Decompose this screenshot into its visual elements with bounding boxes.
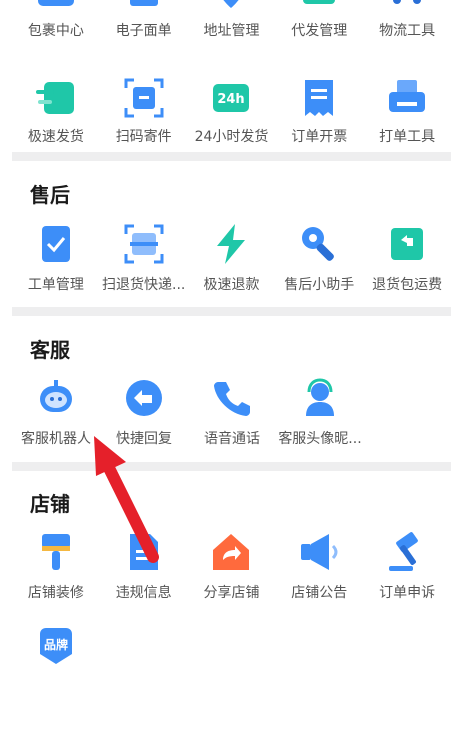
tool-service-robot[interactable]: 客服机器人 xyxy=(12,356,100,466)
tool-address-management[interactable]: 地址管理 xyxy=(188,0,276,58)
tool-24h-ship[interactable]: 24h 24小时发货 xyxy=(188,58,276,146)
tool-voice-call[interactable]: 语音通话 xyxy=(188,356,276,466)
tool-fast-refund[interactable]: 极速退款 xyxy=(188,202,276,312)
tool-label: 客服机器人 xyxy=(21,431,91,447)
tool-label: 扫退货快递... xyxy=(102,277,186,293)
tool-label: 订单开票 xyxy=(291,129,348,145)
reply-icon xyxy=(122,376,166,420)
tool-return-shipping[interactable]: 退货包运费 xyxy=(363,202,451,312)
svg-text:24h: 24h xyxy=(218,92,245,107)
tool-service-avatar-nickname[interactable]: 客服头像昵... xyxy=(276,356,364,466)
tool-order-invoice[interactable]: 订单开票 xyxy=(275,58,363,146)
tool-print-order[interactable]: 打单工具 xyxy=(363,58,451,146)
gavel-icon xyxy=(385,530,429,574)
tool-label: 极速发货 xyxy=(27,129,84,145)
invoice-icon xyxy=(297,76,341,120)
tool-store-decoration[interactable]: 店铺装修 xyxy=(12,510,100,620)
after-sales-grid: 工单管理 扫退货快递... 极速退款 售后小助手 退货包运费 xyxy=(12,202,451,312)
tool-label: 订单申诉 xyxy=(379,585,436,601)
tool-e-waybill[interactable]: 电子面单 xyxy=(100,0,188,58)
tool-fast-ship[interactable]: 极速发货 xyxy=(12,58,100,146)
tool-label: 店铺装修 xyxy=(27,585,84,601)
tool-label: 分享店铺 xyxy=(203,585,260,601)
section-divider xyxy=(12,307,451,316)
tool-package-center[interactable]: 包裹中心 xyxy=(12,0,100,58)
svg-text:品牌: 品牌 xyxy=(44,637,68,652)
tool-work-order[interactable]: 工单管理 xyxy=(12,202,100,312)
tool-order-appeal[interactable]: 订单申诉 xyxy=(363,510,451,620)
tool-label: 打单工具 xyxy=(379,129,436,145)
store-grid: 店铺装修 违规信息 分享店铺 店铺公告 订单申诉 品牌 xyxy=(12,510,451,730)
tool-label: 退货包运费 xyxy=(372,277,443,293)
tool-scan-send[interactable]: 扫码寄件 xyxy=(100,58,188,146)
tool-label: 地址管理 xyxy=(203,23,260,39)
tool-label: 扫码寄件 xyxy=(115,129,172,145)
printer-icon xyxy=(385,76,429,120)
work-order-icon xyxy=(34,222,78,266)
lightning-icon xyxy=(209,222,253,266)
tool-label: 店铺公告 xyxy=(291,585,348,601)
tool-label: 物流工具 xyxy=(379,23,436,39)
megaphone-icon xyxy=(297,530,341,574)
tool-logistics-tools[interactable]: 物流工具 xyxy=(363,0,451,58)
truck-24h-icon: 24h xyxy=(209,76,253,120)
share-store-icon xyxy=(209,530,253,574)
tool-label: 语音通话 xyxy=(204,431,260,447)
headset-avatar-icon xyxy=(298,376,342,420)
fast-ship-icon xyxy=(34,76,78,120)
section-divider xyxy=(12,462,451,471)
tool-scan-return[interactable]: 扫退货快递... xyxy=(100,202,188,312)
tool-label: 工单管理 xyxy=(27,277,84,293)
tool-label: 包裹中心 xyxy=(27,23,84,39)
dropship-icon xyxy=(297,0,341,12)
return-box-icon xyxy=(385,222,429,266)
tool-label: 代发管理 xyxy=(291,23,348,39)
customer-service-grid: 客服机器人 快捷回复 语音通话 客服头像昵... xyxy=(12,356,451,466)
tool-label: 极速退款 xyxy=(203,277,260,293)
tool-store-announcement[interactable]: 店铺公告 xyxy=(275,510,363,620)
package-icon xyxy=(34,0,78,12)
location-pin-icon xyxy=(209,0,253,12)
paint-brush-icon xyxy=(34,530,78,574)
tool-dropship-management[interactable]: 代发管理 xyxy=(275,0,363,58)
tool-label: 客服头像昵... xyxy=(278,431,362,447)
scan-return-icon xyxy=(122,222,166,266)
tool-quick-reply[interactable]: 快捷回复 xyxy=(100,356,188,466)
violation-doc-icon xyxy=(122,530,166,574)
logistics-grid: 包裹中心 电子面单 地址管理 代发管理 物流工具 极速发货 扫码寄件 24h 2… xyxy=(12,0,451,146)
tool-label: 售后小助手 xyxy=(284,277,355,293)
tool-after-sales-assistant[interactable]: 售后小助手 xyxy=(275,202,363,312)
tool-share-store[interactable]: 分享店铺 xyxy=(188,510,276,620)
tool-label: 电子面单 xyxy=(115,23,172,39)
tool-label: 快捷回复 xyxy=(116,431,172,447)
tool-violation-info[interactable]: 违规信息 xyxy=(100,510,188,620)
phone-icon xyxy=(210,376,254,420)
e-waybill-icon xyxy=(122,0,166,12)
brand-icon: 品牌 xyxy=(34,624,78,668)
section-divider xyxy=(12,152,451,161)
tool-brand[interactable]: 品牌 xyxy=(12,620,100,730)
tool-label: 违规信息 xyxy=(115,585,172,601)
wrench-icon xyxy=(297,222,341,266)
scan-box-icon xyxy=(122,76,166,120)
robot-icon xyxy=(34,376,78,420)
tool-label: 24小时发货 xyxy=(194,129,269,145)
truck-icon xyxy=(385,0,429,12)
